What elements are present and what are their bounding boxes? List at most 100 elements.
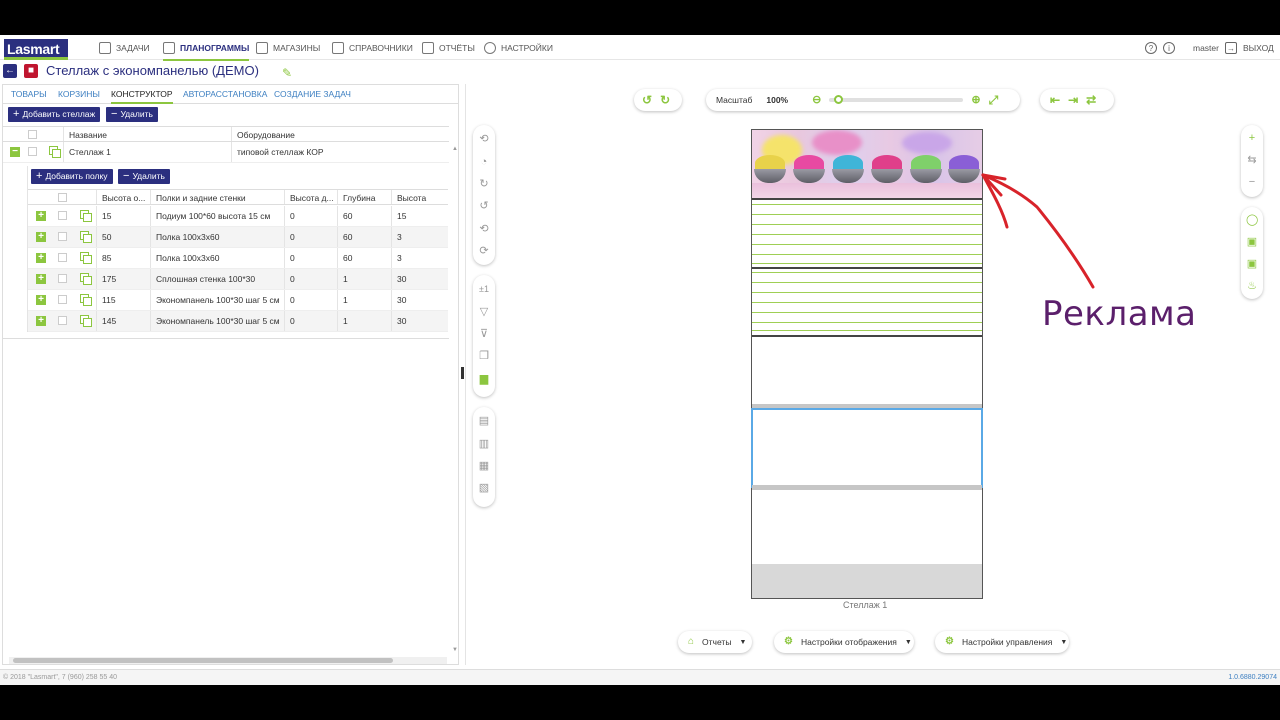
lasmart-logo[interactable]: Lasmart: [4, 39, 68, 60]
reports-dropdown[interactable]: ⌂ Отчеты ▼: [678, 631, 752, 653]
filter-box-icon[interactable]: ⊽: [478, 328, 490, 340]
save-icon[interactable]: ■: [24, 64, 38, 78]
rotate-ccw-icon[interactable]: ↺: [478, 200, 490, 212]
row-checkbox[interactable]: [58, 232, 67, 241]
select-all-checkbox[interactable]: [28, 130, 37, 139]
copy-icon[interactable]: [80, 273, 92, 285]
scrollbar-thumb[interactable]: [13, 658, 393, 663]
expand-icon[interactable]: +: [36, 232, 46, 242]
flip-right-icon[interactable]: ⟳: [478, 245, 490, 257]
copy-box-icon[interactable]: ❐: [478, 350, 490, 362]
shelf-split-icon[interactable]: ▦: [478, 460, 490, 472]
scroll-up-arrow-icon[interactable]: ▲: [452, 146, 458, 152]
column-depth[interactable]: Глубина: [337, 190, 391, 204]
row-checkbox[interactable]: [28, 147, 37, 156]
shelf-100x3x60[interactable]: [752, 485, 982, 490]
rack-row[interactable]: − Стеллаж 1 типовой стеллаж КОР: [3, 142, 449, 163]
zoom-in-icon[interactable]: ⊕: [971, 94, 980, 106]
first-rack-icon[interactable]: ⇤: [1050, 94, 1060, 106]
panel-splitter-handle[interactable]: [461, 367, 464, 379]
expand-icon[interactable]: +: [36, 274, 46, 284]
logout-link[interactable]: ВЫХОД: [1243, 43, 1274, 53]
podium-shelf[interactable]: [752, 564, 982, 598]
copy-icon[interactable]: [80, 315, 92, 327]
column-shelves[interactable]: Полки и задние стенки: [150, 190, 284, 204]
select-all-shelves-checkbox[interactable]: [58, 193, 67, 202]
product-transfer-icon[interactable]: ⇆: [1246, 154, 1258, 166]
shelf-row[interactable]: + 50 Полка 100х3х60 0 60 3: [28, 227, 448, 248]
copy-icon[interactable]: [49, 146, 61, 158]
add-shelf-button[interactable]: + Добавить полку: [31, 169, 113, 184]
delete-rack-button[interactable]: − Удалить: [106, 107, 158, 122]
column-equipment[interactable]: Оборудование: [231, 127, 449, 141]
scroll-down-arrow-icon[interactable]: ▼: [452, 647, 458, 653]
tab-constructor[interactable]: КОНСТРУКТОР: [111, 88, 173, 104]
nav-tasks[interactable]: ЗАДАЧИ: [99, 40, 150, 56]
expand-icon[interactable]: +: [36, 295, 46, 305]
zoom-out-icon[interactable]: ⊖: [812, 94, 821, 106]
swap-icon[interactable]: ⇄: [1086, 94, 1096, 106]
zoom-slider[interactable]: [829, 95, 964, 104]
help-icon[interactable]: ?: [1145, 42, 1157, 54]
add-rack-button[interactable]: + Добавить стеллаж: [8, 107, 101, 122]
nav-references[interactable]: СПРАВОЧНИКИ: [332, 40, 413, 56]
comment-icon[interactable]: ◯: [1246, 214, 1258, 226]
image-icon[interactable]: ▣: [1246, 236, 1258, 248]
plus-minus-icon[interactable]: ±1: [478, 283, 490, 295]
back-arrow-icon[interactable]: ←: [3, 64, 17, 78]
trash-icon[interactable]: ▆: [478, 373, 490, 385]
nav-reports[interactable]: ОТЧЁТЫ: [422, 40, 475, 56]
last-rack-icon[interactable]: ⇥: [1068, 94, 1078, 106]
nav-planograms[interactable]: ПЛАНОГРАММЫ: [163, 40, 250, 61]
expand-icon[interactable]: +: [36, 316, 46, 326]
tab-auto-placement[interactable]: АВТОРАССТАНОВКА: [183, 88, 267, 104]
delete-shelf-button[interactable]: − Удалить: [118, 169, 170, 184]
rotate-cw-icon[interactable]: ↻: [478, 178, 490, 190]
info-icon[interactable]: i: [1163, 42, 1175, 54]
undo-icon[interactable]: ↺: [642, 94, 652, 106]
column-name[interactable]: Название: [63, 127, 231, 141]
selected-shelf-highlight[interactable]: [751, 408, 983, 488]
logout-icon[interactable]: →: [1224, 42, 1237, 54]
tab-create-tasks[interactable]: СОЗДАНИЕ ЗАДАЧ: [274, 88, 351, 104]
expand-icon[interactable]: +: [36, 211, 46, 221]
copy-icon[interactable]: [80, 231, 92, 243]
nav-settings[interactable]: НАСТРОЙКИ: [484, 40, 553, 56]
expand-icon[interactable]: +: [36, 253, 46, 263]
row-checkbox[interactable]: [58, 253, 67, 262]
copy-icon[interactable]: [80, 210, 92, 222]
goblet-icon[interactable]: ▽: [478, 306, 490, 318]
display-settings-dropdown[interactable]: ⚙ Настройки отображения ▼: [774, 631, 914, 653]
flip-left-icon[interactable]: ⟲: [478, 223, 490, 235]
column-height-d[interactable]: Высота д...: [284, 190, 337, 204]
flame-icon[interactable]: ♨: [1246, 280, 1258, 292]
row-checkbox[interactable]: [58, 316, 67, 325]
fit-screen-icon[interactable]: ⤢: [989, 94, 999, 106]
shelf-list-icon[interactable]: ▧: [478, 482, 490, 494]
rotate-icon[interactable]: ◔: [478, 156, 490, 168]
column-height[interactable]: Высота: [391, 190, 448, 204]
advertisement-banner[interactable]: [752, 130, 982, 198]
column-height-from[interactable]: Высота о...: [96, 190, 150, 204]
shelf-row[interactable]: + 15 Подиум 100*60 высота 15 см 0 60 15: [28, 206, 448, 227]
pencil-icon[interactable]: ✎: [282, 66, 292, 80]
copy-icon[interactable]: [80, 252, 92, 264]
shelf-row[interactable]: + 115 Экономпанель 100*30 шаг 5 см 0 1 3…: [28, 290, 448, 311]
rotate-left-icon[interactable]: ⟲: [478, 133, 490, 145]
row-checkbox[interactable]: [58, 295, 67, 304]
tab-products[interactable]: ТОВАРЫ: [11, 88, 47, 104]
row-checkbox[interactable]: [58, 274, 67, 283]
copy-icon[interactable]: [80, 294, 92, 306]
zoom-slider-knob[interactable]: [834, 95, 844, 104]
remove-product-icon[interactable]: −: [1246, 176, 1258, 188]
control-settings-dropdown[interactable]: ⚙ Настройки управления ▼: [935, 631, 1069, 653]
shelf-row[interactable]: + 175 Сплошная стенка 100*30 0 1 30: [28, 269, 448, 290]
shelf-top-icon[interactable]: ▤: [478, 415, 490, 427]
tab-baskets[interactable]: КОРЗИНЫ: [58, 88, 100, 104]
image-edit-icon[interactable]: ▣: [1246, 258, 1258, 270]
row-checkbox[interactable]: [58, 211, 67, 220]
rack-visual[interactable]: [751, 129, 983, 599]
horizontal-scrollbar[interactable]: [9, 657, 447, 664]
shelf-bottom-icon[interactable]: ▥: [478, 438, 490, 450]
collapse-icon[interactable]: −: [10, 147, 20, 157]
